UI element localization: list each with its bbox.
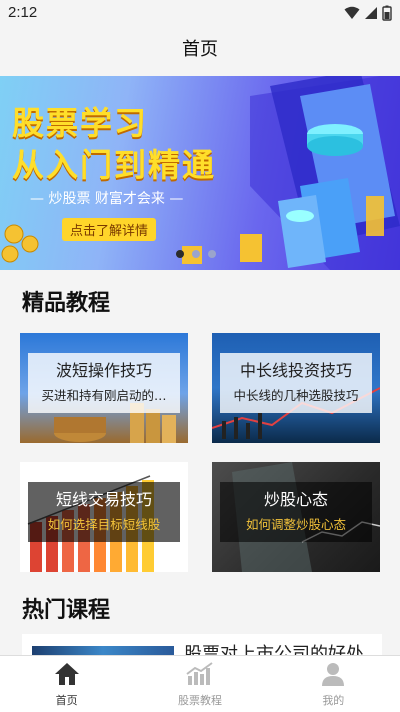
card-overlay: 短线交易技巧 如何选择目标短线股 bbox=[28, 482, 180, 542]
bottom-tab-bar: 首页 股票教程 我的 bbox=[0, 655, 400, 712]
card-overlay: 波短操作技巧 买进和持有刚启动的… bbox=[28, 353, 180, 413]
course-card-4[interactable]: 炒股心态 如何调整炒股心态 bbox=[212, 462, 380, 572]
pager-dot-2[interactable] bbox=[192, 250, 200, 258]
card-title: 波短操作技巧 bbox=[55, 361, 152, 380]
card-description: 如何调整炒股心态 bbox=[245, 517, 346, 532]
promo-banner[interactable]: 股票学习 从入门到精通 — 炒股票 财富才会来 — 点击了解详情 bbox=[0, 76, 400, 270]
tab-home-label: 首页 bbox=[55, 694, 78, 707]
banner-pager bbox=[176, 250, 216, 258]
course-card-1[interactable]: 波短操作技巧 买进和持有刚启动的… bbox=[20, 333, 188, 443]
hot-course-item[interactable]: 股票对上市公司的好处 bbox=[22, 634, 382, 656]
banner-cta-button[interactable]: 点击了解详情 bbox=[62, 218, 157, 241]
status-icons bbox=[344, 5, 392, 21]
banner-slogan: — 炒股票 财富才会来 — bbox=[30, 191, 184, 207]
status-bar: 2:12 bbox=[0, 0, 400, 28]
card-description: 中长线的几种选股技巧 bbox=[233, 388, 359, 403]
card-overlay: 炒股心态 如何调整炒股心态 bbox=[220, 482, 372, 542]
user-icon bbox=[322, 663, 345, 686]
card-title: 中长线投资技巧 bbox=[239, 361, 352, 380]
tab-mine-label: 我的 bbox=[322, 694, 345, 707]
page-title: 首页 bbox=[182, 39, 218, 60]
banner-headline-2: 从入门到精通 bbox=[12, 146, 217, 184]
card-overlay: 中长线投资技巧 中长线的几种选股技巧 bbox=[220, 353, 372, 413]
tab-stock-tutorial-label: 股票教程 bbox=[177, 694, 222, 707]
tab-stock-tutorial[interactable]: 股票教程 bbox=[133, 656, 266, 712]
card-description: 买进和持有刚启动的… bbox=[41, 388, 167, 403]
title-bar: 首页 bbox=[0, 28, 400, 76]
battery-icon bbox=[382, 5, 392, 21]
pager-dot-3[interactable] bbox=[208, 250, 216, 258]
card-description: 如何选择目标短线股 bbox=[47, 517, 161, 532]
course-card-2[interactable]: 中长线投资技巧 中长线的几种选股技巧 bbox=[212, 333, 380, 443]
section-title-featured: 精品教程 bbox=[22, 291, 111, 316]
pager-dot-1[interactable] bbox=[176, 250, 184, 258]
tab-home[interactable]: 首页 bbox=[0, 656, 133, 712]
banner-headline-1: 股票学习 bbox=[12, 104, 149, 142]
card-title: 炒股心态 bbox=[263, 490, 328, 509]
course-title: 股票对上市公司的好处 bbox=[184, 644, 364, 656]
card-title: 短线交易技巧 bbox=[55, 490, 152, 509]
tab-mine[interactable]: 我的 bbox=[267, 656, 400, 712]
wifi-icon bbox=[344, 6, 360, 19]
status-time: 2:12 bbox=[8, 4, 38, 21]
signal-icon bbox=[365, 7, 377, 19]
section-title-hot: 热门课程 bbox=[22, 598, 111, 623]
chart-icon bbox=[186, 662, 213, 685]
course-card-3[interactable]: 短线交易技巧 如何选择目标短线股 bbox=[20, 462, 188, 572]
home-icon bbox=[54, 663, 79, 685]
